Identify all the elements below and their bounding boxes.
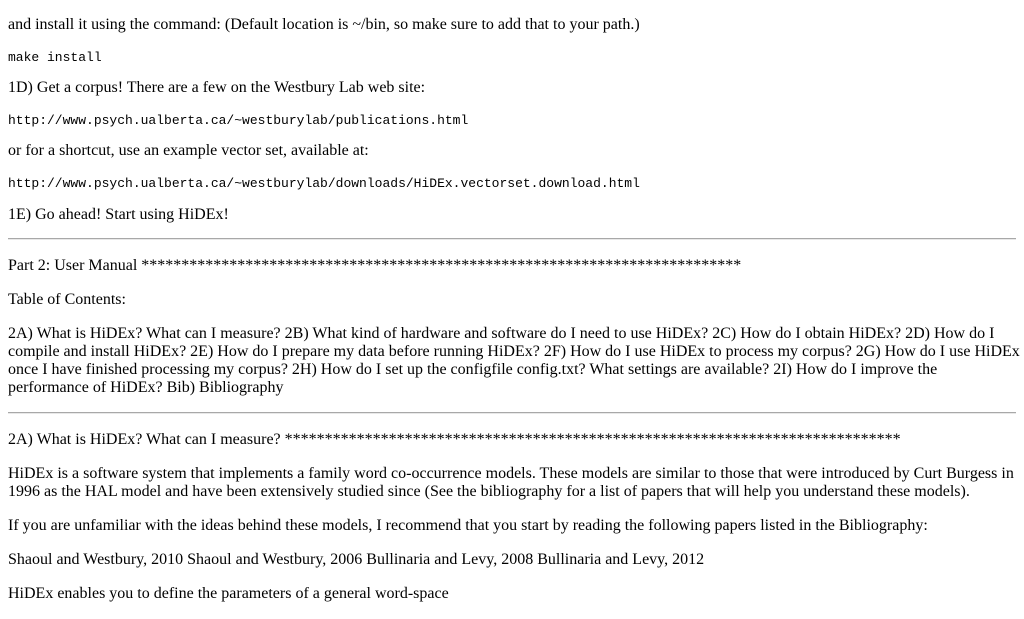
toc-heading: Table of Contents:: [8, 291, 126, 308]
step-1e-text: 1E) Go ahead! Start using HiDEx!: [8, 206, 229, 223]
horizontal-rule: [8, 238, 1016, 240]
papers-list: Shaoul and Westbury, 2010 Shaoul and Wes…: [8, 551, 705, 568]
part2-heading: Part 2: User Manual ********************…: [8, 257, 742, 274]
toc-line: 2A) What is HiDEx? What can I measure? 2…: [8, 325, 995, 342]
vectorset-url: http://www.psych.ualberta.ca/~westburyla…: [8, 176, 640, 191]
define-text: HiDEx enables you to define the paramete…: [8, 585, 449, 602]
section-2a-heading: 2A) What is HiDEx? What can I measure? *…: [8, 431, 901, 448]
toc-line: once I have finished processing my corpu…: [8, 361, 938, 378]
publications-url: http://www.psych.ualberta.ca/~westburyla…: [8, 113, 469, 128]
intro-line: HiDEx is a software system that implemen…: [8, 465, 1014, 482]
toc-line: compile and install HiDEx? 2E) How do I …: [8, 343, 1020, 360]
unfamiliar-text: If you are unfamiliar with the ideas beh…: [8, 517, 928, 534]
intro-line: 1996 as the HAL model and have been exte…: [8, 483, 970, 500]
toc-line: performance of HiDEx? Bib) Bibliography: [8, 379, 284, 396]
install-command-code: make install: [8, 50, 102, 65]
shortcut-text: or for a shortcut, use an example vector…: [8, 142, 369, 159]
horizontal-rule: [8, 412, 1016, 414]
install-intro-text: and install it using the command: (Defau…: [8, 16, 640, 33]
step-1d-text: 1D) Get a corpus! There are a few on the…: [8, 79, 426, 96]
